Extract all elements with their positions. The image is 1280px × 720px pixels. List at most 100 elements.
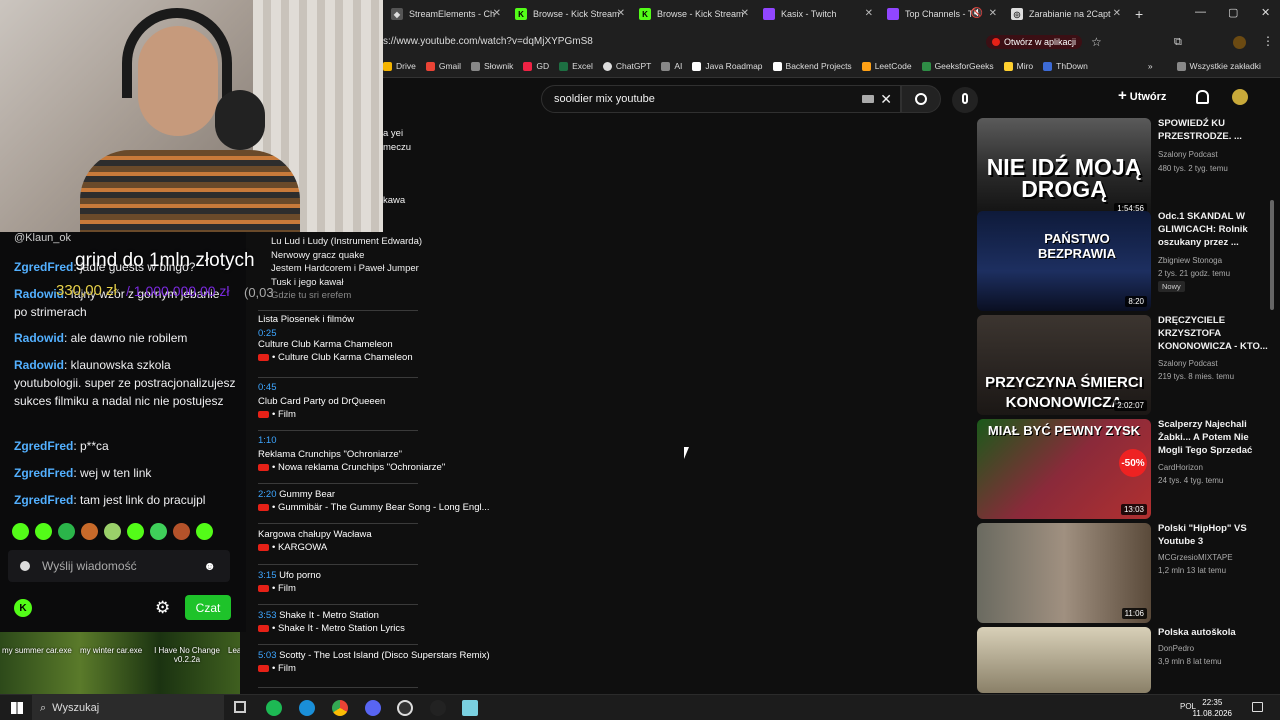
search-input[interactable]: sooldier mix youtube ✕: [541, 85, 901, 113]
timestamp-link[interactable]: 0:25: [258, 328, 498, 339]
mute-tab-icon[interactable]: 🔇: [971, 8, 983, 19]
desktop-icon[interactable]: my winter car.exe: [80, 646, 142, 655]
video-link[interactable]: • Gummibär - The Gummy Bear Song - Long …: [258, 502, 498, 513]
recommendation-item[interactable]: PAŃSTWO BEZPRAWIA 8:20 Odc.1 SKANDAL W G…: [977, 211, 1277, 311]
emoji-icon[interactable]: ☻: [203, 559, 216, 573]
desktop-icon[interactable]: I Have No Change v0.2.2a: [152, 646, 222, 664]
keyboard-icon[interactable]: [862, 95, 874, 103]
url-text[interactable]: s://www.youtube.com/watch?v=dqMjXYPGmS8: [383, 36, 593, 47]
tab-2captcha[interactable]: ◎ Zarabianie na 2Capt ✕: [1003, 0, 1127, 28]
account-avatar[interactable]: [1232, 89, 1248, 105]
timestamp-link[interactable]: 3:53: [258, 610, 277, 621]
tab-streamelements[interactable]: ◆ StreamElements - Ch ✕: [383, 0, 507, 28]
emote-icon[interactable]: [81, 523, 98, 540]
voice-search-button[interactable]: [952, 87, 978, 113]
bookmark-drive[interactable]: Drive: [383, 61, 416, 71]
chrome-icon[interactable]: [332, 700, 348, 716]
video-thumbnail[interactable]: PAŃSTWO BEZPRAWIA 8:20: [977, 211, 1151, 311]
windows-start-icon[interactable]: [11, 702, 23, 714]
scrollbar[interactable]: [1270, 200, 1274, 310]
open-in-app-button[interactable]: Otwórz w aplikacji: [986, 35, 1083, 49]
edge-icon[interactable]: [299, 700, 315, 716]
timestamp-link[interactable]: 2:20: [258, 489, 277, 500]
desktop-icon[interactable]: my summer car.exe: [2, 646, 72, 655]
maximize-icon[interactable]: ▢: [1228, 6, 1238, 19]
notification-icon[interactable]: [1252, 702, 1263, 712]
notifications-icon[interactable]: [1196, 90, 1209, 104]
video-link[interactable]: • Film: [258, 409, 498, 420]
close-tab-icon[interactable]: ✕: [493, 8, 501, 19]
clock[interactable]: 22:35 11.08.2026: [1193, 697, 1232, 719]
menu-icon[interactable]: ⋮: [1262, 34, 1274, 48]
recommendation-item[interactable]: 11:06 Polski "HipHop" VS Youtube 3 MCGrz…: [977, 523, 1277, 623]
tab-twitch-kasix[interactable]: Kasix - Twitch ✕: [755, 0, 879, 28]
timestamp-link[interactable]: 3:15: [258, 570, 277, 581]
emote-icon[interactable]: [127, 523, 144, 540]
close-tab-icon[interactable]: ✕: [865, 8, 873, 19]
emote-icon[interactable]: [58, 523, 75, 540]
emote-icon[interactable]: [173, 523, 190, 540]
video-link[interactable]: • Culture Club Karma Chameleon: [258, 352, 498, 363]
timestamp-link[interactable]: 1:10: [258, 435, 498, 446]
bookmark-geeksforgeeks[interactable]: GeeksforGeeks: [921, 61, 994, 71]
send-chat-button[interactable]: Czat: [185, 595, 231, 620]
video-link[interactable]: • Film: [258, 663, 538, 674]
tab-kick-2[interactable]: K Browse - Kick Stream ✕: [631, 0, 755, 28]
bookmark-chatgpt[interactable]: ChatGPT: [602, 61, 651, 71]
star-icon[interactable]: ☆: [1091, 35, 1102, 49]
bookmark-slownik[interactable]: Słownik: [471, 61, 513, 71]
video-link[interactable]: • Shake It - Metro Station Lyrics: [258, 623, 498, 634]
video-thumbnail[interactable]: 11:06: [977, 523, 1151, 623]
close-tab-icon[interactable]: ✕: [1113, 8, 1121, 19]
tab-twitch-top[interactable]: Top Channels - Tw 🔇 ✕: [879, 0, 1003, 28]
tab-kick-1[interactable]: K Browse - Kick Stream ✕: [507, 0, 631, 28]
profile-avatar[interactable]: [1233, 36, 1246, 49]
bookmark-leetcode[interactable]: LeetCode: [861, 61, 912, 71]
video-thumbnail[interactable]: PRZYCZYNA ŚMIERCI KONONOWICZA 2:02:07: [977, 315, 1151, 415]
video-link[interactable]: • Film: [258, 583, 498, 594]
bookmark-ai[interactable]: AI: [661, 61, 682, 71]
video-thumbnail[interactable]: NIE IDŹ MOJĄ DROGĄ 1:54:56: [977, 118, 1151, 218]
video-link[interactable]: • Nowa reklama Crunchips "Ochroniarze": [258, 462, 498, 473]
emote-icon[interactable]: [104, 523, 121, 540]
video-thumbnail[interactable]: [977, 627, 1151, 693]
bookmark-thdown[interactable]: ThDown: [1043, 61, 1088, 71]
gear-icon[interactable]: ⚙: [155, 598, 170, 618]
chat-input[interactable]: Wyślij wiadomość ☻: [8, 550, 230, 582]
close-tab-icon[interactable]: ✕: [617, 8, 625, 19]
desktop-icon[interactable]: Lea: [228, 646, 240, 655]
timestamp-link[interactable]: 0:45: [258, 382, 498, 393]
spotify-icon[interactable]: [266, 700, 282, 716]
all-bookmarks[interactable]: Wszystkie zakładki: [1176, 61, 1261, 71]
timestamp-link[interactable]: 5:03: [258, 650, 277, 661]
recommendation-item[interactable]: PRZYCZYNA ŚMIERCI KONONOWICZA 2:02:07 DR…: [977, 315, 1277, 415]
video-thumbnail[interactable]: MIAŁ BYĆ PEWNY ZYSK -50% 13:03: [977, 419, 1151, 519]
bookmark-gmail[interactable]: Gmail: [425, 61, 461, 71]
clear-search-icon[interactable]: ✕: [880, 91, 892, 108]
emote-icon[interactable]: [196, 523, 213, 540]
minimize-icon[interactable]: —: [1195, 6, 1206, 18]
steam-icon[interactable]: [430, 700, 446, 716]
create-button[interactable]: + Utwórz: [1118, 87, 1166, 104]
recommendation-item[interactable]: NIE IDŹ MOJĄ DROGĄ 1:54:56 SPOWIEDŹ KU P…: [977, 118, 1277, 218]
bookmarks-overflow-icon[interactable]: »: [1148, 61, 1153, 71]
recommendation-item[interactable]: MIAŁ BYĆ PEWNY ZYSK -50% 13:03 Scalperzy…: [977, 419, 1277, 519]
emote-icon[interactable]: [12, 523, 29, 540]
task-view-icon[interactable]: [234, 701, 246, 713]
close-window-icon[interactable]: ✕: [1261, 6, 1270, 19]
close-tab-icon[interactable]: ✕: [741, 8, 749, 19]
emote-icon[interactable]: [35, 523, 52, 540]
obs-icon[interactable]: [397, 700, 413, 716]
bookmark-miro[interactable]: Miro: [1003, 61, 1033, 71]
video-link[interactable]: • KARGOWA: [258, 542, 498, 553]
notepad-icon[interactable]: [462, 700, 478, 716]
close-tab-icon[interactable]: ✕: [989, 8, 997, 19]
taskbar-search[interactable]: ⌕ Wyszukaj: [32, 695, 224, 720]
discord-icon[interactable]: [365, 700, 381, 716]
bookmark-gd[interactable]: GD: [523, 61, 549, 71]
emote-icon[interactable]: [150, 523, 167, 540]
bookmark-java-roadmap[interactable]: Java Roadmap: [692, 61, 763, 71]
search-button[interactable]: [901, 85, 941, 113]
address-bar[interactable]: s://www.youtube.com/watch?v=dqMjXYPGmS8: [383, 28, 1280, 55]
kick-logo-icon[interactable]: K: [14, 599, 32, 617]
